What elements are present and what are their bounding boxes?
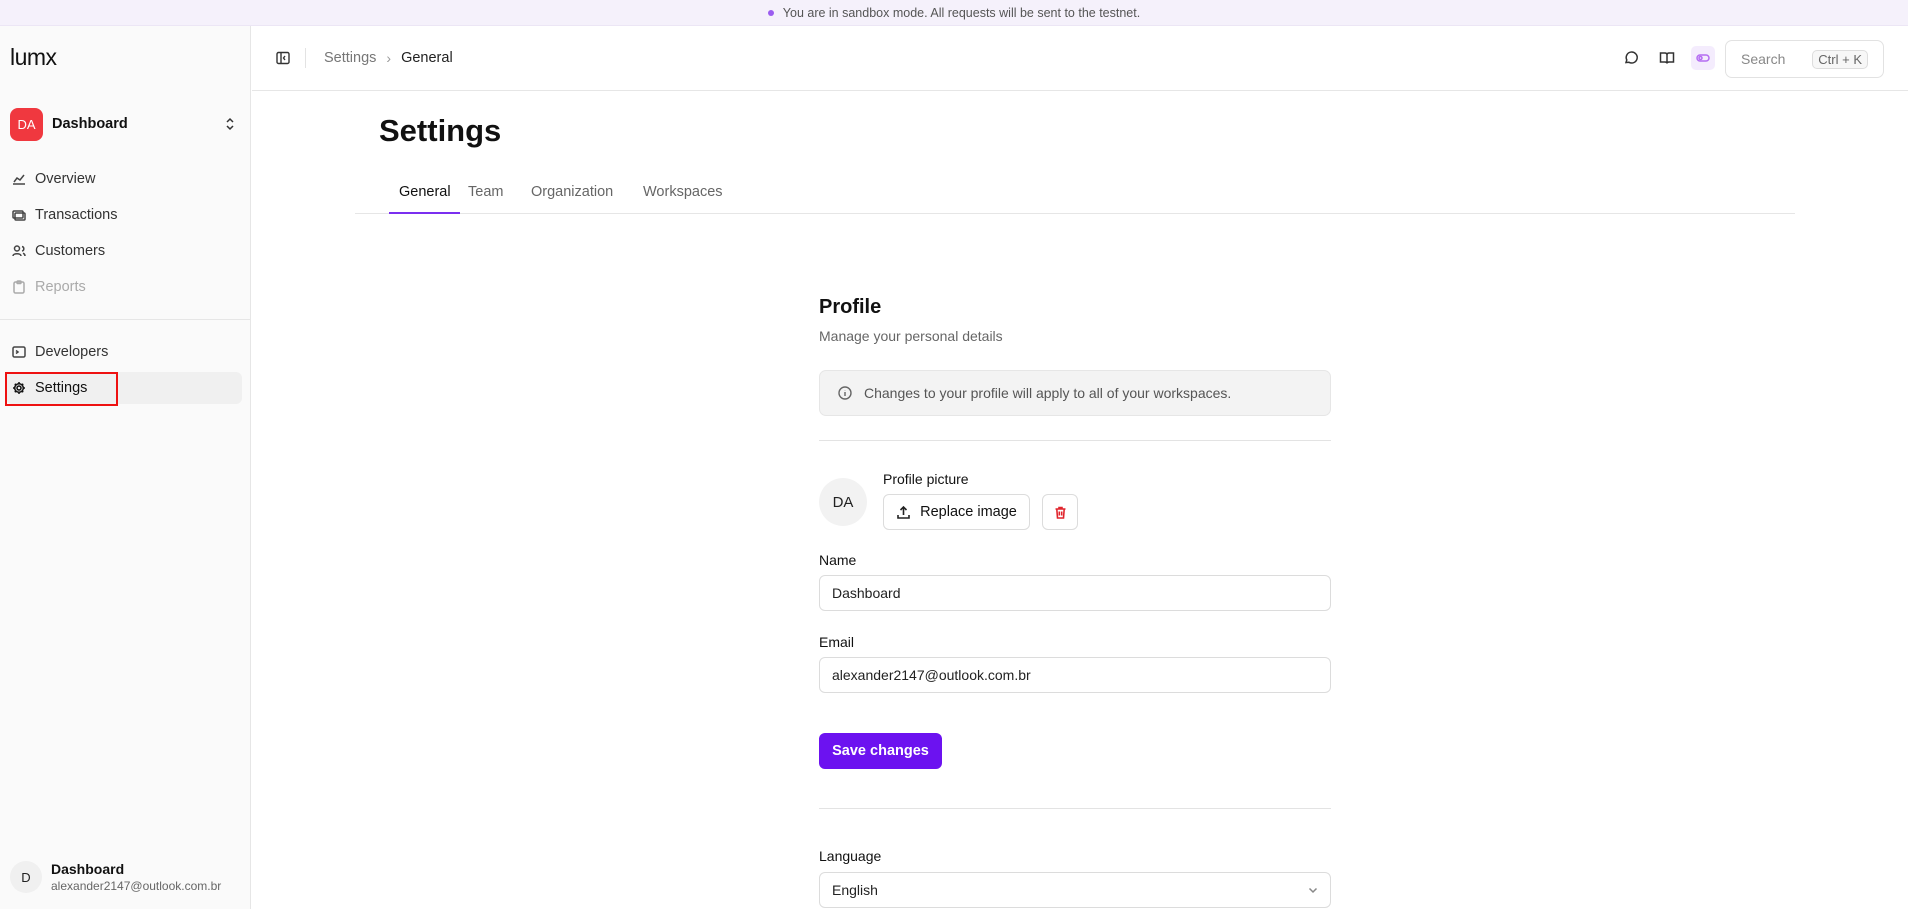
name-label: Name (819, 552, 857, 568)
name-input[interactable]: Dashboard (819, 575, 1331, 611)
chevron-right-icon: › (386, 50, 392, 66)
sidebar: lumx DA Dashboard Overview Transactions … (0, 26, 251, 909)
sandbox-banner: You are in sandbox mode. All requests wi… (0, 0, 1908, 26)
delete-image-button[interactable] (1042, 494, 1078, 530)
sidebar-toggle-icon[interactable] (275, 50, 291, 66)
sidebar-item-label: Customers (35, 243, 106, 259)
sidebar-item-reports: Reports (6, 271, 242, 303)
search-shortcut-badge: Ctrl + K (1812, 50, 1868, 69)
transactions-icon (12, 210, 26, 221)
replace-image-button[interactable]: Replace image (883, 494, 1030, 530)
breadcrumb: Settings › General (324, 50, 453, 66)
topbar-divider (305, 48, 306, 68)
user-email: alexander2147@outlook.com.br (51, 879, 222, 893)
page-title: Settings (379, 113, 502, 148)
sidebar-item-customers[interactable]: Customers (6, 235, 242, 267)
sidebar-item-label: Reports (35, 279, 86, 295)
sidebar-item-settings[interactable]: Settings (6, 372, 242, 404)
language-select[interactable]: English (819, 872, 1331, 908)
breadcrumb-general: General (401, 50, 453, 66)
topbar: Settings › General Search Ctrl + K (252, 26, 1908, 91)
terminal-icon (12, 346, 26, 358)
search-placeholder: Search (1741, 51, 1786, 67)
workspace-name: Dashboard (52, 116, 128, 132)
search-input[interactable]: Search Ctrl + K (1725, 40, 1884, 78)
chevron-down-icon (1308, 887, 1318, 894)
gear-icon (13, 382, 25, 394)
chart-icon (13, 174, 25, 185)
upload-icon (897, 505, 910, 519)
email-value: alexander2147@outlook.com.br (832, 667, 1031, 683)
profile-picture-label: Profile picture (883, 471, 969, 487)
sidebar-item-transactions[interactable]: Transactions (6, 199, 242, 231)
chevron-up-down-icon (226, 117, 234, 131)
tab-general[interactable]: General (389, 184, 460, 214)
sidebar-item-label: Developers (35, 344, 109, 360)
avatar: D (10, 861, 42, 893)
section-divider (819, 440, 1331, 441)
tab-team[interactable]: Team (468, 184, 503, 214)
chat-button[interactable] (1622, 49, 1640, 67)
profile-subtitle: Manage your personal details (819, 328, 1003, 344)
status-dot-icon (767, 9, 774, 16)
toggle-icon (1696, 54, 1710, 62)
trash-icon (1055, 506, 1065, 519)
book-icon (1659, 52, 1675, 64)
tab-workspaces[interactable]: Workspaces (643, 184, 723, 214)
tab-organization[interactable]: Organization (531, 184, 613, 214)
sidebar-item-label: Overview (35, 171, 96, 187)
user-info: Dashboard alexander2147@outlook.com.br (51, 861, 221, 893)
save-changes-button[interactable]: Save changes (819, 733, 942, 769)
section-divider (819, 808, 1331, 809)
sidebar-nav-main: Overview Transactions Customers Reports (6, 163, 242, 307)
sidebar-divider (0, 319, 251, 320)
avatar: DA (819, 478, 867, 526)
profile-notice-text: Changes to your profile will apply to al… (864, 385, 1232, 401)
profile-title: Profile (819, 296, 882, 318)
logo: lumx (10, 44, 57, 70)
email-label: Email (819, 634, 855, 650)
workspace-avatar: DA (10, 107, 43, 141)
profile-notice: Changes to your profile will apply to al… (819, 370, 1331, 416)
settings-tabs: General Team Organization Workspaces (355, 180, 1795, 214)
sidebar-nav-secondary: Developers Settings (6, 336, 242, 408)
breadcrumb-settings[interactable]: Settings (324, 50, 376, 66)
sidebar-item-overview[interactable]: Overview (6, 163, 242, 195)
docs-button[interactable] (1658, 49, 1676, 67)
sandbox-toggle-button[interactable] (1691, 46, 1715, 70)
email-input[interactable]: alexander2147@outlook.com.br (819, 657, 1331, 693)
sandbox-banner-text: You are in sandbox mode. All requests wi… (782, 5, 1141, 20)
workspace-switcher[interactable]: DA Dashboard (10, 107, 236, 141)
user-profile-menu[interactable]: D Dashboard alexander2147@outlook.com.br (10, 857, 240, 897)
sidebar-item-label: Settings (35, 380, 88, 396)
info-icon (838, 386, 852, 400)
chat-icon (1624, 51, 1638, 64)
language-value: English (832, 882, 878, 898)
language-label: Language (819, 848, 882, 864)
clipboard-icon (13, 280, 25, 294)
replace-image-label: Replace image (920, 504, 1017, 520)
sidebar-item-developers[interactable]: Developers (6, 336, 242, 368)
users-icon (12, 245, 26, 257)
sidebar-item-label: Transactions (35, 207, 118, 223)
user-name: Dashboard (51, 861, 125, 877)
name-value: Dashboard (832, 585, 901, 601)
